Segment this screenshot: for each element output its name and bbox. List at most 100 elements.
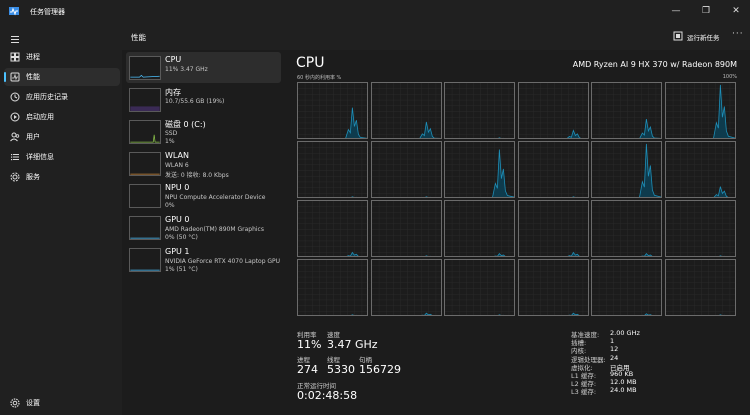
cpu-model: AMD Ryzen AI 9 HX 370 w/ Radeon 890M (572, 60, 737, 69)
device-name: 内存 (165, 88, 181, 97)
logical-processor-graph (591, 82, 662, 139)
device-sub: NVIDIA GeForce RTX 4070 Laptop GPU (165, 258, 281, 265)
nav-item-app-history[interactable]: 应用历史记录 (4, 88, 120, 106)
nav-label: 服务 (26, 173, 40, 181)
logical-processor-graph (297, 200, 368, 257)
detail-value: 1 (610, 337, 615, 346)
device-name: CPU (165, 55, 182, 64)
threads-value: 5330 (327, 363, 355, 376)
device-sub: 10.7/55.6 GB (19%) (165, 98, 225, 105)
logical-processor-graph (591, 200, 662, 257)
device-sub2: 1% (51 °C) (165, 266, 198, 273)
device-sub: NPU Compute Accelerator Device (165, 194, 266, 201)
device-sub2: 0% (50 °C) (165, 234, 198, 241)
nav-label: 性能 (26, 73, 40, 81)
detail-value: 12 (610, 345, 619, 354)
processes-icon (10, 52, 20, 62)
npu-thumbnail (129, 184, 161, 208)
device-item-wlan[interactable]: WLAN WLAN 6 发送: 0 接收: 8.0 Kbps (126, 148, 281, 179)
device-sub: 11% 3.47 GHz (165, 66, 208, 73)
memory-thumbnail (129, 88, 161, 112)
logical-processor-graph (664, 141, 736, 198)
detail-value: 24.0 MB (610, 386, 637, 395)
device-item-gpu1[interactable]: GPU 1 NVIDIA GeForce RTX 4070 Laptop GPU… (126, 244, 281, 275)
device-name: GPU 0 (165, 215, 190, 224)
device-name: WLAN (165, 151, 190, 160)
device-sub2: 发送: 0 接收: 8.0 Kbps (165, 172, 229, 179)
title-bar: 任务管理器 — ❐ ✕ (0, 0, 750, 24)
device-sub2: 0% (165, 202, 175, 209)
hamburger-menu-button[interactable] (4, 30, 120, 48)
nav-label: 启动应用 (26, 113, 54, 121)
device-sub: WLAN 6 (165, 162, 189, 169)
cpu-title: CPU (296, 55, 325, 71)
logical-processor-graph (370, 200, 442, 257)
cpu-thumbnail (129, 56, 161, 80)
more-options-button[interactable]: ··· (732, 29, 744, 39)
device-name: 磁盘 0 (C:) (165, 120, 206, 129)
nav-label: 用户 (26, 133, 40, 141)
active-indicator (4, 72, 6, 82)
logical-processor-graph (297, 82, 368, 139)
page-title: 性能 (131, 33, 146, 42)
logical-processor-graph (370, 259, 442, 316)
task-manager-icon (9, 7, 19, 16)
cpu-panel: CPU AMD Ryzen AI 9 HX 370 w/ Radeon 890M… (296, 50, 750, 415)
handles-value: 156729 (359, 363, 401, 376)
settings-gear-icon (10, 398, 20, 408)
logical-processor-graph (517, 200, 589, 257)
detail-value: 24 (610, 353, 619, 362)
logical-processor-graph (444, 259, 515, 316)
wlan-thumbnail (129, 152, 161, 176)
minimize-button[interactable]: — (669, 4, 683, 18)
logical-processor-graph (517, 259, 589, 316)
axis-label-left: 60 秒内的利用率 % (297, 75, 342, 81)
app-title: 任务管理器 (30, 8, 65, 16)
nav-item-startup[interactable]: 启动应用 (4, 108, 120, 126)
nav-item-details[interactable]: 详细信息 (4, 148, 120, 166)
device-sub: AMD Radeon(TM) 890M Graphics (165, 226, 264, 233)
device-sub2: 1% (165, 138, 175, 145)
device-item-memory[interactable]: 内存 10.7/55.6 GB (19%) (126, 84, 281, 115)
logical-processor-graph (370, 82, 442, 139)
run-task-icon (673, 31, 683, 41)
device-item-cpu[interactable]: CPU 11% 3.47 GHz (126, 52, 281, 83)
device-item-disk[interactable]: 磁盘 0 (C:) SSD 1% (126, 116, 281, 147)
device-name: GPU 1 (165, 247, 190, 256)
utilization-value: 11% (297, 338, 322, 351)
logical-processor-graph (444, 141, 515, 198)
device-sub: SSD (165, 130, 178, 137)
detail-value: 12.0 MB (610, 378, 637, 387)
nav-item-users[interactable]: 用户 (4, 128, 120, 146)
device-item-gpu0[interactable]: GPU 0 AMD Radeon(TM) 890M Graphics 0% (5… (126, 212, 281, 243)
nav-item-services[interactable]: 服务 (4, 168, 120, 186)
logical-processor-graph (444, 82, 515, 139)
nav-label: 详细信息 (26, 153, 54, 161)
logical-processor-graph (444, 200, 515, 257)
nav-item-settings[interactable]: 设置 (4, 394, 120, 412)
details-icon (11, 154, 19, 161)
logical-processor-graph (591, 141, 662, 198)
startup-icon (10, 112, 20, 122)
nav-label: 进程 (26, 53, 40, 61)
nav-label: 应用历史记录 (26, 93, 68, 101)
logical-processor-graph (517, 141, 589, 198)
logical-processor-graph (517, 82, 589, 139)
restore-button[interactable]: ❐ (699, 4, 713, 18)
performance-content: CPU 11% 3.47 GHz 内存 10.7/55.6 GB (19%) 磁… (122, 50, 750, 415)
processes-value: 274 (297, 363, 318, 376)
close-button[interactable]: ✕ (729, 4, 743, 18)
logical-processor-graph (591, 259, 662, 316)
axis-label-right: 100% (722, 74, 737, 80)
logical-processor-graph (370, 141, 442, 198)
performance-icon (10, 72, 20, 82)
logical-processor-graph (664, 200, 736, 257)
disk-thumbnail (129, 120, 161, 144)
device-item-npu[interactable]: NPU 0 NPU Compute Accelerator Device 0% (126, 180, 281, 211)
users-icon (10, 132, 20, 142)
detail-key: L3 缓存: (571, 388, 597, 397)
services-icon (10, 172, 20, 182)
page-header: 性能 运行新任务 ··· (122, 24, 750, 50)
nav-item-processes[interactable]: 进程 (4, 48, 120, 66)
nav-item-performance[interactable]: 性能 (4, 68, 120, 86)
